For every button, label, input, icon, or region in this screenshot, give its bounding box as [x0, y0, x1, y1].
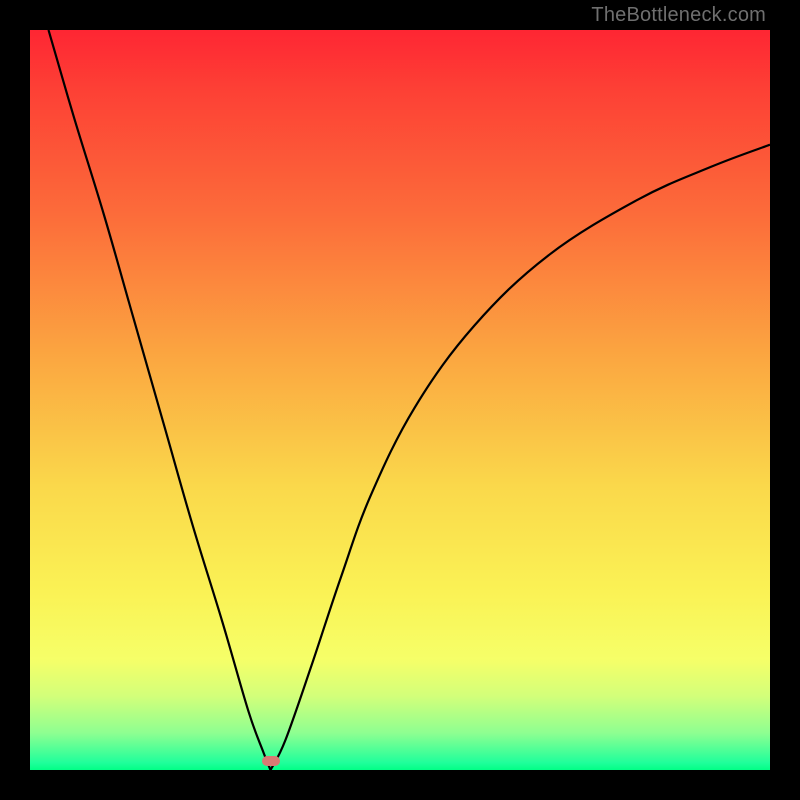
watermark-text: TheBottleneck.com	[591, 4, 766, 27]
minimum-marker	[262, 756, 280, 766]
bottleneck-curve	[30, 30, 770, 770]
curve-right-branch	[271, 145, 771, 770]
curve-left-branch	[49, 30, 271, 770]
chart-frame: TheBottleneck.com	[0, 0, 800, 800]
plot-area	[30, 30, 770, 770]
